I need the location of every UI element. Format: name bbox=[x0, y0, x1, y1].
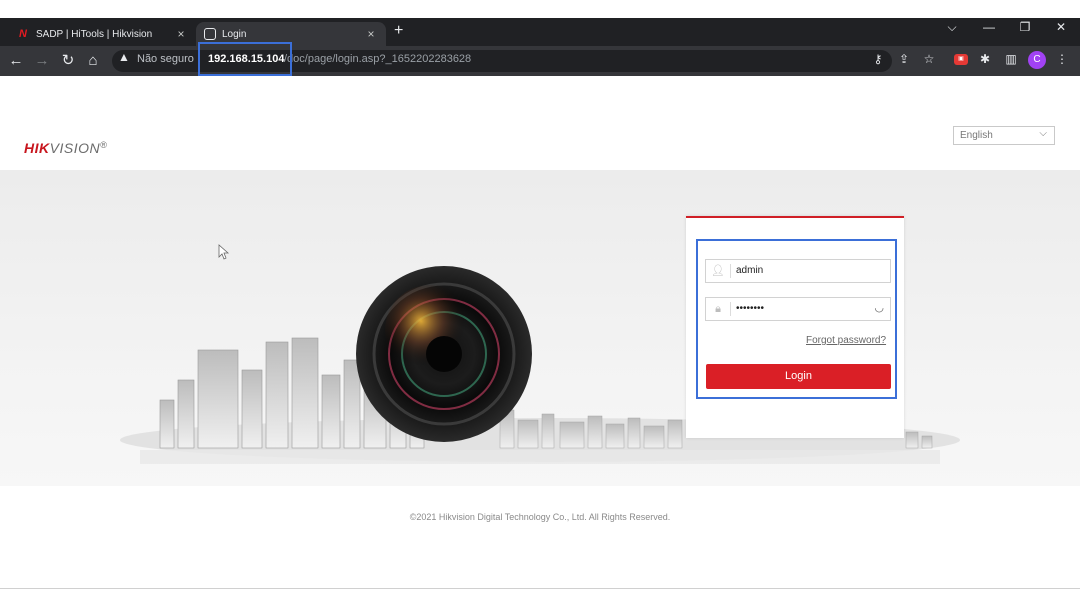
star-icon[interactable]: ☆ bbox=[921, 52, 937, 66]
page-bottom-divider bbox=[0, 588, 1080, 589]
share-icon[interactable]: ⇪ bbox=[896, 52, 912, 66]
tab-title: SADP | HiTools | Hikvision bbox=[36, 28, 153, 40]
key-icon[interactable]: ⚷ bbox=[870, 52, 886, 66]
menu-icon[interactable]: ⋮ bbox=[1054, 52, 1070, 66]
page-icon bbox=[204, 28, 216, 40]
chevron-down-icon: ⌵ bbox=[1039, 128, 1047, 139]
close-icon[interactable]: × bbox=[364, 27, 378, 41]
hikvision-h-icon: N bbox=[19, 28, 27, 40]
mouse-cursor-icon bbox=[218, 244, 230, 260]
side-panel-icon[interactable]: ▥ bbox=[1003, 52, 1019, 66]
city-camera-illustration bbox=[120, 266, 960, 464]
tab-title: Login bbox=[222, 28, 247, 40]
hikvision-logo: HIKVISION® bbox=[24, 140, 108, 156]
language-value: English bbox=[960, 130, 993, 141]
language-select[interactable]: English ⌵ bbox=[953, 126, 1055, 145]
browser-tab-bar: N SADP | HiTools | Hikvision × Login × bbox=[0, 18, 1080, 46]
close-icon[interactable]: × bbox=[174, 27, 188, 41]
home-icon[interactable]: ⌂ bbox=[83, 51, 103, 71]
back-icon[interactable]: ← bbox=[6, 51, 26, 71]
url-path[interactable]: /doc/page/login.asp?_1652202283628 bbox=[284, 53, 471, 65]
forward-icon[interactable]: → bbox=[32, 51, 52, 71]
tab-search-button[interactable]: ⌵ bbox=[937, 20, 967, 35]
minimize-button[interactable]: — bbox=[974, 20, 1004, 34]
close-window-button[interactable]: ✕ bbox=[1046, 20, 1076, 34]
profile-avatar[interactable]: C bbox=[1028, 51, 1046, 69]
warning-icon[interactable]: ▲ bbox=[118, 50, 130, 64]
extension-icon[interactable]: ▣ bbox=[954, 54, 968, 65]
tab-sadp[interactable]: N SADP | HiTools | Hikvision × bbox=[8, 22, 196, 46]
top-margin bbox=[0, 0, 1080, 18]
puzzle-icon[interactable]: ✱ bbox=[977, 52, 993, 66]
restore-button[interactable]: ❐ bbox=[1010, 20, 1040, 34]
copyright-footer: ©2021 Hikvision Digital Technology Co., … bbox=[409, 512, 671, 522]
annotation-highlight-login bbox=[696, 239, 897, 399]
security-label[interactable]: Não seguro bbox=[137, 53, 194, 65]
new-tab-button[interactable]: + bbox=[394, 22, 403, 40]
reload-icon[interactable]: ↻ bbox=[58, 51, 78, 71]
annotation-highlight-url bbox=[198, 42, 292, 76]
